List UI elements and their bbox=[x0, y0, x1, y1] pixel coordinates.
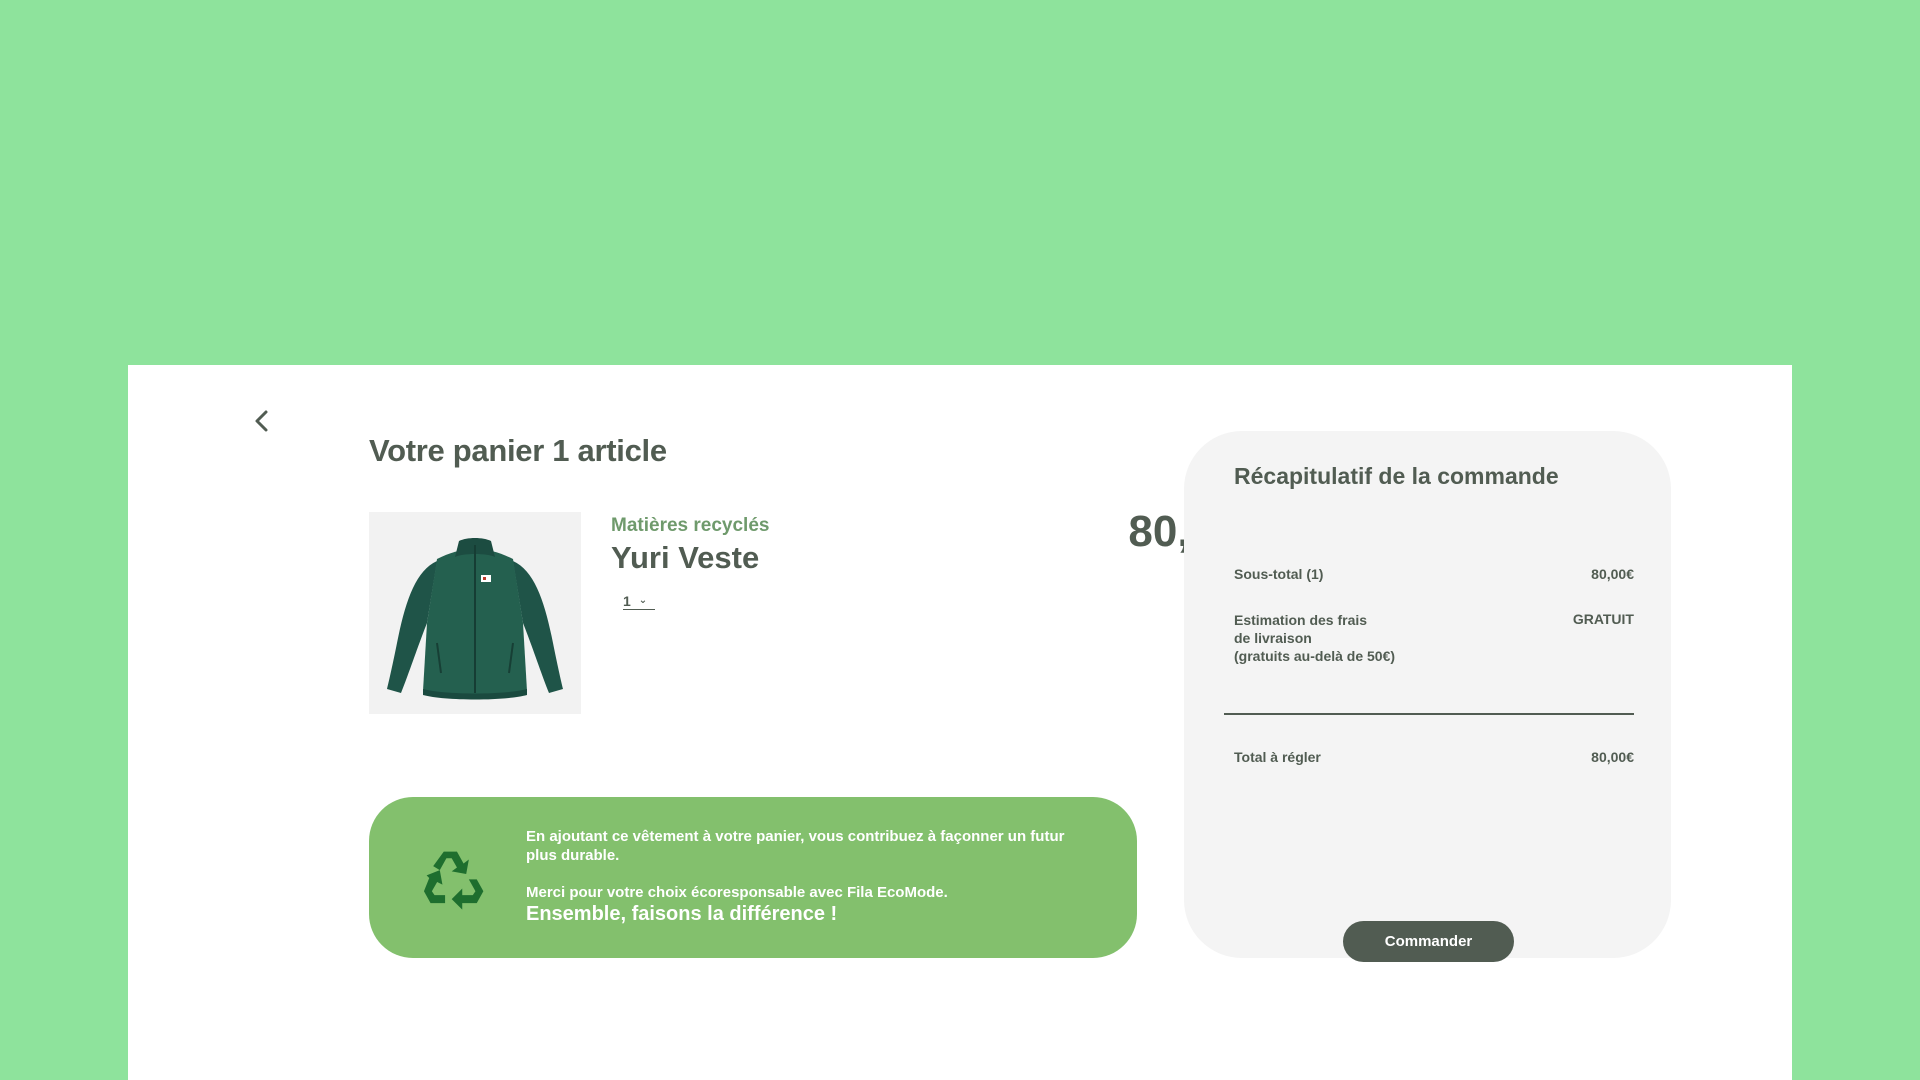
shipping-label-line-1: Estimation des frais bbox=[1234, 612, 1368, 628]
cart-page: Votre panier 1 article Matières recyclés… bbox=[128, 365, 1792, 1080]
order-summary: Récapitulatif de la commande Sous-total … bbox=[1184, 431, 1671, 962]
product-tag: Matières recyclés bbox=[611, 515, 770, 536]
total-value: 80,00€ bbox=[1591, 749, 1634, 765]
page-title: Votre panier 1 article bbox=[369, 433, 667, 468]
recycle-icon bbox=[423, 851, 484, 910]
total-label: Total à régler bbox=[1234, 749, 1321, 765]
summary-divider bbox=[1224, 713, 1634, 715]
quantity-value: 1 bbox=[623, 593, 631, 609]
product-image[interactable] bbox=[369, 512, 581, 714]
subtotal-label: Sous-total (1) bbox=[1234, 566, 1324, 582]
eco-line-3: Ensemble, faisons la différence ! bbox=[526, 903, 838, 925]
chevron-down-icon: ⌄ bbox=[638, 595, 648, 606]
shipping-label-line-2: de livraison bbox=[1234, 630, 1312, 646]
back-button[interactable] bbox=[244, 403, 280, 439]
eco-banner: En ajoutant ce vêtement à votre panier, … bbox=[369, 797, 1137, 958]
product-name[interactable]: Yuri Veste bbox=[611, 540, 759, 576]
eco-line-1: En ajoutant ce vêtement à votre panier, … bbox=[526, 828, 1065, 864]
shipping-label-line-3: (gratuits au-delà de 50€) bbox=[1234, 648, 1396, 664]
order-button[interactable]: Commander bbox=[1343, 921, 1514, 962]
shipping-row: Estimation des frais de livraison (gratu… bbox=[1234, 611, 1634, 665]
eco-message: En ajoutant ce vêtement à votre panier, … bbox=[526, 827, 1086, 926]
quantity-select[interactable]: 1 ⌄ bbox=[623, 593, 655, 610]
subtotal-value: 80,00€ bbox=[1591, 566, 1634, 582]
shipping-value: GRATUIT bbox=[1572, 611, 1634, 627]
eco-line-2: Merci pour votre choix écoresponsable av… bbox=[526, 884, 948, 901]
subtotal-row: Sous-total (1) 80,00€ bbox=[1234, 566, 1634, 582]
summary-title: Récapitulatif de la commande bbox=[1234, 463, 1559, 489]
jacket-illustration bbox=[387, 538, 563, 700]
shipping-label: Estimation des frais de livraison (gratu… bbox=[1234, 611, 1434, 665]
chevron-left-icon bbox=[255, 410, 268, 432]
total-row: Total à régler 80,00€ bbox=[1234, 749, 1634, 765]
